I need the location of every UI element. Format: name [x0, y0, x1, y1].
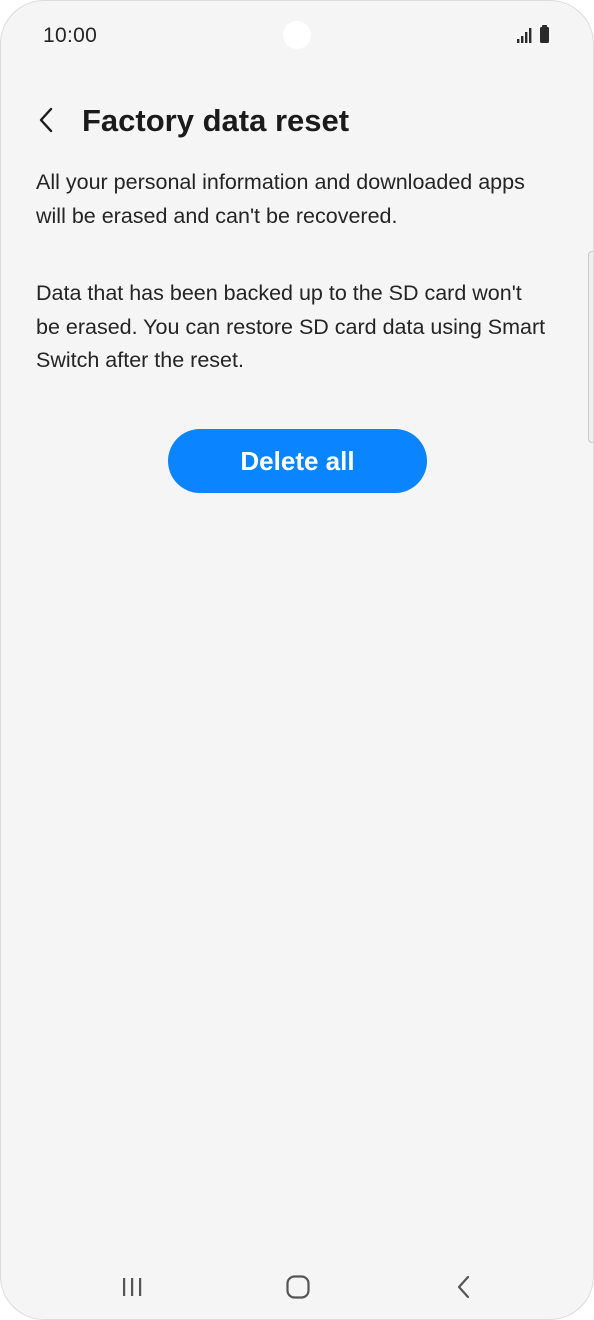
scrollbar[interactable] — [588, 251, 593, 443]
delete-all-button[interactable]: Delete all — [168, 429, 427, 493]
recent-apps-icon — [123, 1278, 142, 1296]
back-icon — [457, 1275, 470, 1299]
phone-screen: 10:00 Factory data reset All your person… — [0, 0, 594, 1320]
erase-warning-text: All your personal information and downlo… — [36, 170, 525, 228]
page-title: Factory data reset — [82, 103, 350, 138]
system-back-button[interactable] — [434, 1267, 494, 1307]
sd-card-info-text: Data that has been backed up to the SD c… — [36, 281, 546, 372]
app-header: Factory data reset — [1, 93, 593, 153]
front-camera-cutout — [283, 21, 311, 49]
status-icons — [515, 24, 555, 46]
navigation-bar — [1, 1253, 593, 1319]
status-bar: 10:00 — [1, 1, 593, 71]
content-area: All your personal information and downlo… — [36, 166, 546, 378]
recent-apps-button[interactable] — [102, 1267, 162, 1307]
battery-icon — [540, 25, 549, 43]
home-button[interactable] — [268, 1267, 328, 1307]
signal-icon — [517, 28, 532, 43]
back-button[interactable] — [23, 97, 69, 143]
status-time: 10:00 — [43, 24, 98, 47]
chevron-left-icon — [39, 107, 53, 133]
home-icon — [286, 1275, 310, 1299]
